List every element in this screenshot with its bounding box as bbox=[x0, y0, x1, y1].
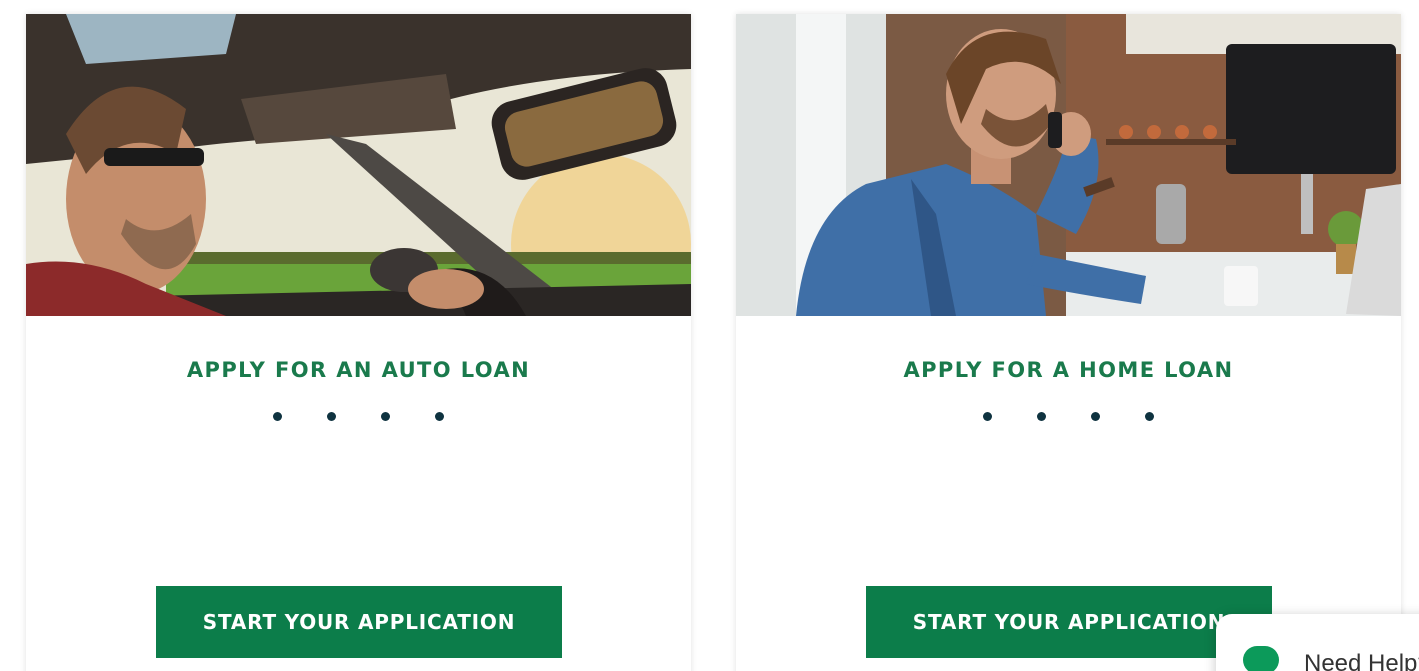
auto-loan-card: APPLY FOR AN AUTO LOAN START YOUR APPLIC… bbox=[26, 14, 691, 671]
start-application-button-auto[interactable]: START YOUR APPLICATION bbox=[156, 586, 562, 658]
home-loan-card: APPLY FOR A HOME LOAN START YOUR APPLICA… bbox=[736, 14, 1401, 671]
card-title: APPLY FOR A HOME LOAN bbox=[903, 358, 1234, 382]
loading-dot bbox=[1145, 412, 1154, 421]
page: APPLY FOR AN AUTO LOAN START YOUR APPLIC… bbox=[0, 0, 1419, 671]
loading-dot bbox=[327, 412, 336, 421]
loading-dot bbox=[983, 412, 992, 421]
loading-dots bbox=[26, 412, 691, 421]
need-help-widget[interactable]: Need Help? bbox=[1216, 614, 1419, 671]
start-application-button-home[interactable]: START YOUR APPLICATION bbox=[866, 586, 1272, 658]
need-help-label: Need Help? bbox=[1304, 650, 1419, 671]
loading-dot bbox=[381, 412, 390, 421]
loading-dot bbox=[1091, 412, 1100, 421]
loading-dots bbox=[736, 412, 1401, 421]
chat-bubble-icon bbox=[1243, 646, 1279, 671]
loading-dot bbox=[273, 412, 282, 421]
home-loan-photo bbox=[736, 14, 1401, 316]
loading-dot bbox=[1037, 412, 1046, 421]
auto-loan-photo bbox=[26, 14, 691, 316]
loading-dot bbox=[435, 412, 444, 421]
card-title: APPLY FOR AN AUTO LOAN bbox=[186, 358, 531, 382]
